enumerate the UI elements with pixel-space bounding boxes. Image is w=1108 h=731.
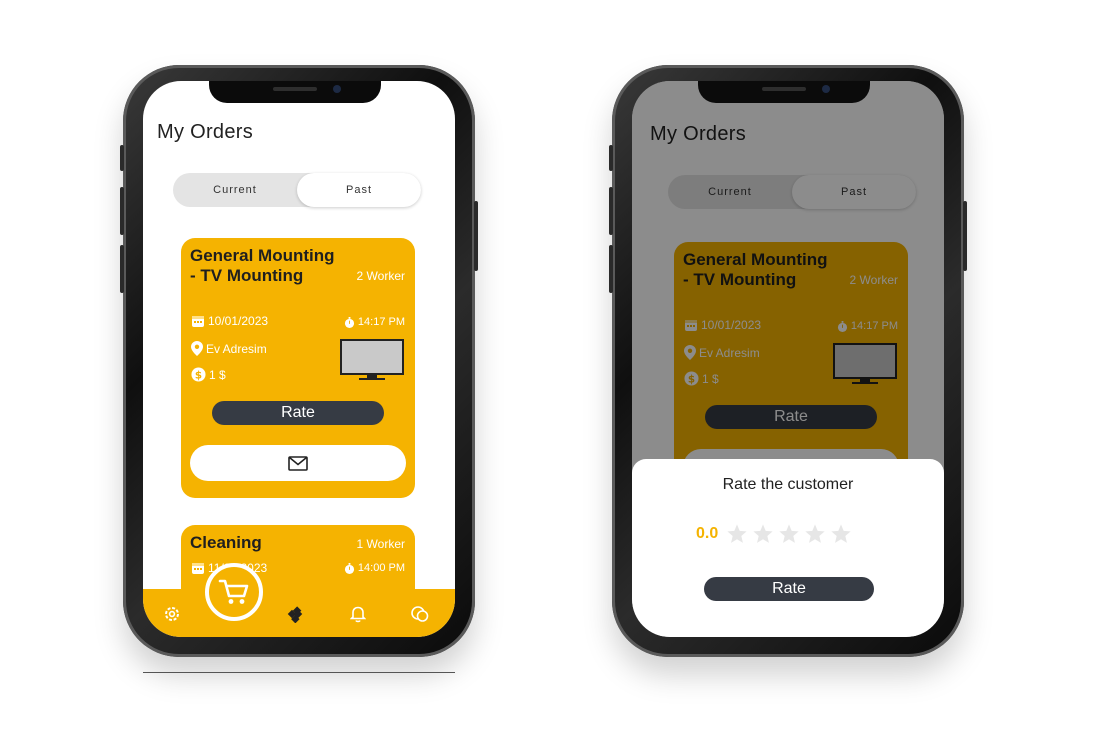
order-price: 1 $ [209,367,226,382]
order-time-row: 14:00 PM [344,562,405,574]
order-time: 14:17 PM [357,316,405,328]
tab-current[interactable]: Current [173,173,297,207]
cart-icon [218,579,249,604]
order-title: General Mounting - TV Mounting [190,246,335,285]
app-screen: My Orders Current Past General Mounting … [143,81,455,637]
submit-rating-button[interactable]: Rate [704,577,874,601]
notch [698,81,870,103]
star-icon[interactable] [804,523,826,545]
worker-count: 1 Worker [356,537,405,551]
order-date-row: 10/01/2023 [191,314,268,328]
apps-icon[interactable] [284,603,306,625]
star-icon[interactable] [778,523,800,545]
order-card[interactable]: General Mounting - TV Mounting 2 Worker … [181,238,415,498]
star-icon[interactable] [752,523,774,545]
order-date: 10/01/2023 [208,314,269,328]
divider [143,672,455,673]
page-title: My Orders [157,121,254,143]
stopwatch-icon [344,562,354,574]
bottom-nav [143,589,455,637]
mail-icon [288,455,308,471]
mockup-stage: My Orders Current Past General Mounting … [0,0,1108,731]
location-pin-icon [191,341,203,356]
calendar-icon [192,316,204,327]
dollar-coin-icon: $ [191,367,206,382]
star-icon[interactable] [726,523,748,545]
star-icon[interactable] [830,523,852,545]
bell-icon[interactable] [347,603,369,625]
tab-past[interactable]: Past [297,173,421,207]
cart-button[interactable] [205,563,263,621]
calendar-icon [192,563,204,574]
chat-icon[interactable] [409,603,431,625]
order-time: 14:00 PM [357,562,405,574]
worker-count: 2 Worker [356,269,405,283]
rating-row: 0.0 [696,523,852,545]
order-price-row: $ 1 $ [191,367,226,382]
phone-right: My Orders Current Past General Mounting … [609,65,967,657]
order-title: Cleaning [190,533,262,552]
stopwatch-icon [344,316,354,328]
rating-sheet: Rate the customer 0.0 Rate [632,459,944,637]
rating-title: Rate the customer [722,476,854,493]
order-address: Ev Adresim [206,341,267,356]
order-address-row: Ev Adresim [191,341,267,356]
svg-text:$: $ [195,369,202,381]
notch [209,81,381,103]
orders-segment: Current Past [173,173,421,207]
tv-icon [340,339,404,380]
order-time-row: 14:17 PM [344,316,405,328]
rating-value: 0.0 [696,525,719,542]
rate-button[interactable]: Rate [212,401,384,425]
phone-left: My Orders Current Past General Mounting … [120,65,478,657]
settings-icon[interactable] [161,603,183,625]
app-screen-rating: My Orders Current Past General Mounting … [632,81,944,637]
message-button[interactable] [190,445,406,481]
